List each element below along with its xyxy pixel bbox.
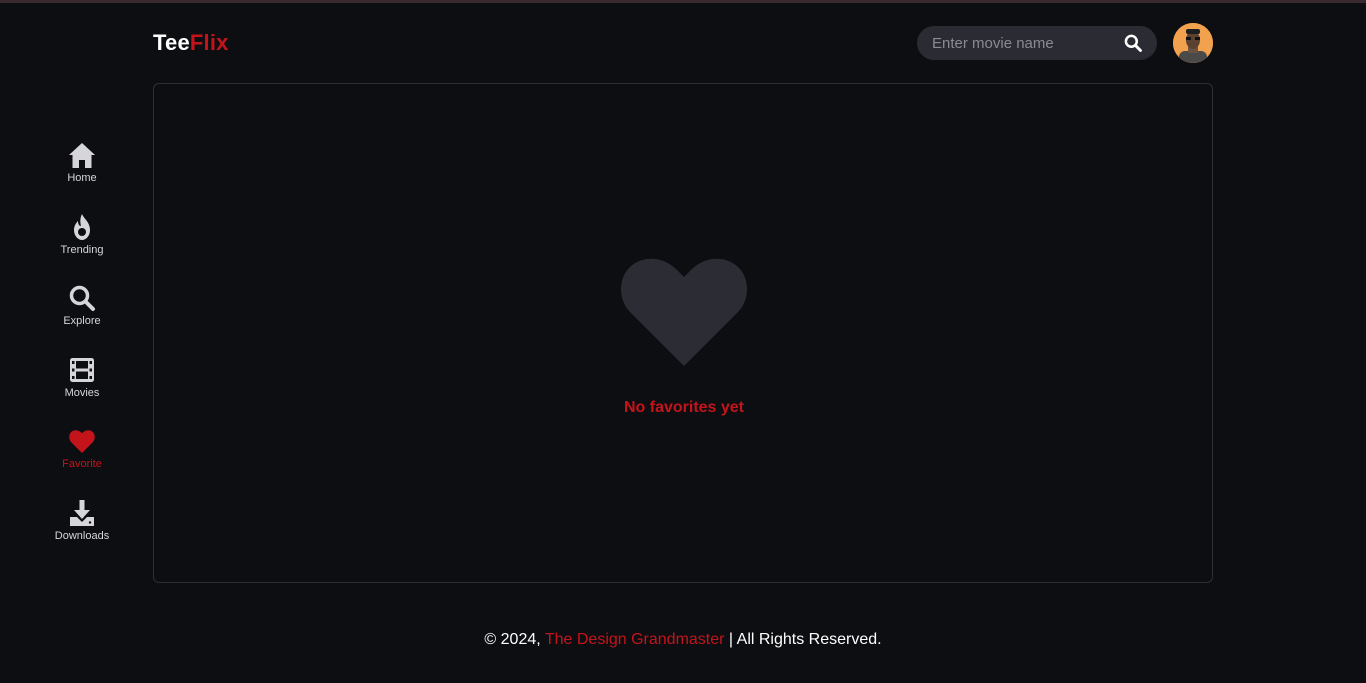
sidebar-item-trending[interactable]: Trending: [40, 212, 124, 264]
flame-icon: [74, 214, 90, 240]
copyright-prefix: © 2024,: [484, 631, 545, 648]
sidebar-item-movies[interactable]: Movies: [40, 355, 124, 407]
logo-part-2: Flix: [189, 30, 229, 55]
sidebar-item-home[interactable]: Home: [40, 140, 124, 192]
favorites-panel: No favorites yet: [153, 83, 1213, 583]
sidebar-item-label: Trending: [60, 244, 104, 256]
sidebar-item-label: Movies: [64, 387, 100, 399]
sidebar-item-label: Favorite: [62, 458, 102, 470]
logo-part-1: Tee: [153, 30, 190, 55]
user-avatar[interactable]: [1173, 23, 1213, 63]
home-icon: [69, 143, 95, 168]
search-bar: [917, 26, 1157, 60]
footer: © 2024, The Design Grandmaster | All Rig…: [0, 631, 1366, 649]
copyright-suffix: | All Rights Reserved.: [724, 631, 882, 648]
search-icon[interactable]: [1123, 33, 1143, 53]
sidebar-item-explore[interactable]: Explore: [40, 283, 124, 335]
sidebar-item-favorite[interactable]: Favorite: [40, 426, 124, 478]
sidebar-item-label: Explore: [63, 315, 101, 327]
film-icon: [70, 358, 94, 382]
empty-state-message: No favorites yet: [623, 399, 745, 416]
heart-icon: [621, 258, 747, 366]
search-icon: [69, 285, 95, 311]
search-input[interactable]: [932, 26, 1122, 60]
top-edge-line: [0, 0, 1366, 3]
footer-brand-link[interactable]: The Design Grandmaster: [545, 631, 725, 648]
sidebar-item-downloads[interactable]: Downloads: [40, 498, 124, 550]
download-icon: [70, 500, 94, 526]
logo[interactable]: TeeFlix: [153, 30, 229, 56]
heart-icon: [69, 430, 95, 453]
sidebar-item-label: Downloads: [54, 530, 110, 542]
sidebar-item-label: Home: [67, 172, 97, 184]
